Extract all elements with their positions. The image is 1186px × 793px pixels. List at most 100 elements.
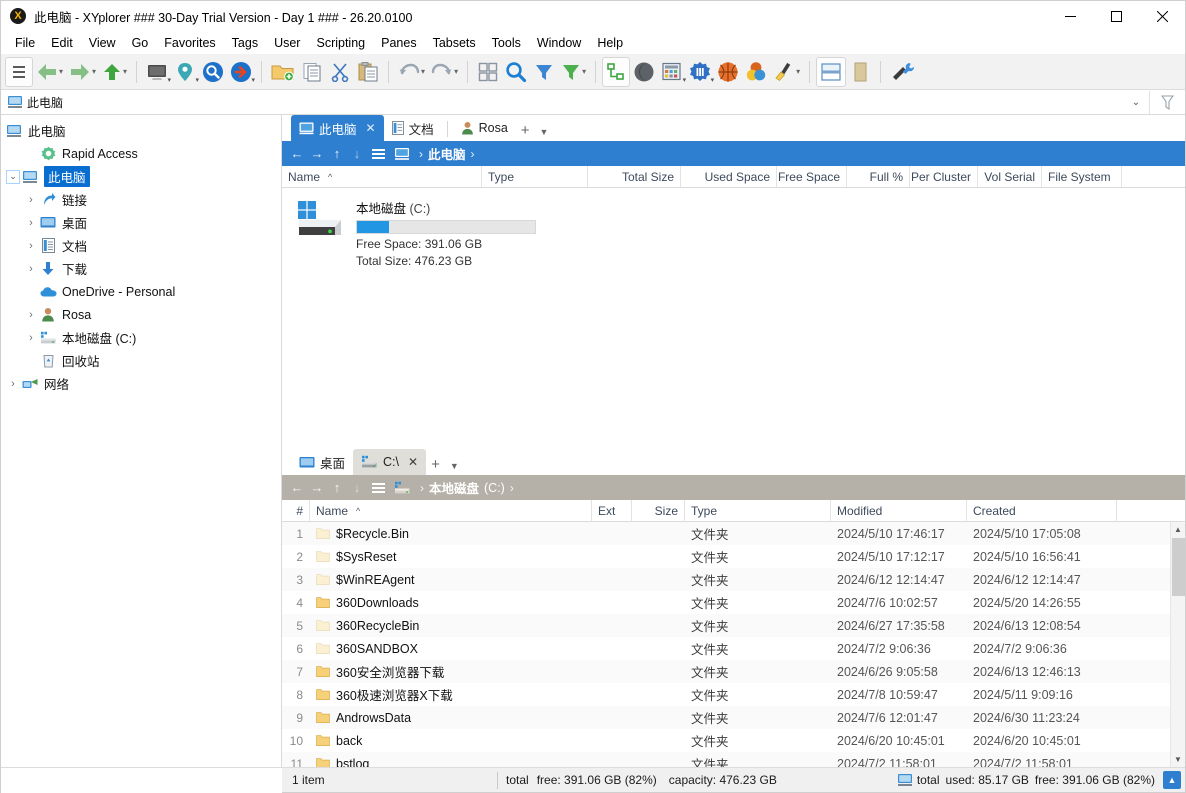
drive-icon[interactable]	[394, 481, 411, 495]
menu-file[interactable]: File	[7, 34, 43, 53]
table-row[interactable]: 4 360Downloads 文件夹 2024/7/6 10:02:57 2024/5/…	[282, 591, 1185, 614]
row-name[interactable]: $Recycle.Bin	[310, 527, 592, 541]
tree-item-this-pc[interactable]: ⌄ 此电脑	[1, 165, 281, 188]
tag-icon[interactable]: ▾	[686, 57, 714, 87]
color-filter-icon[interactable]	[714, 57, 742, 87]
table-row[interactable]: 1 $Recycle.Bin 文件夹 2024/5/10 17:46:17 2024/5…	[282, 522, 1185, 545]
highlight-icon[interactable]	[742, 57, 770, 87]
scroll-to-top-button[interactable]: ▲	[1163, 771, 1181, 789]
tree-twisty-expanded[interactable]: ⌄	[5, 169, 21, 184]
menu-scripting[interactable]: Scripting	[308, 34, 373, 53]
menu-panes[interactable]: Panes	[373, 34, 424, 53]
paste-icon[interactable]	[354, 57, 382, 87]
menu-edit[interactable]: Edit	[43, 34, 81, 53]
col-name[interactable]: Name ^	[282, 166, 482, 187]
down-icon[interactable]: ↓	[348, 146, 366, 161]
table-row[interactable]: 6 360SANDBOX 文件夹 2024/7/2 9:06:36 2024/7/2 9…	[282, 637, 1185, 660]
col-type[interactable]: Type	[685, 500, 831, 521]
tab-close-icon[interactable]: ✕	[366, 121, 376, 135]
tree-item-desktop[interactable]: › 桌面	[1, 211, 281, 234]
breadcrumb-separator[interactable]: ›	[417, 481, 427, 495]
row-name[interactable]: 360Downloads	[310, 596, 592, 610]
tab-close-icon[interactable]: ✕	[408, 455, 418, 469]
undo-dropdown-caret[interactable]: ▾	[421, 67, 425, 76]
row-name[interactable]: 360极速浏览器X下载	[310, 685, 592, 704]
menu-toggle-icon[interactable]	[5, 56, 33, 87]
col-modified[interactable]: Modified	[831, 500, 967, 521]
menu-go[interactable]: Go	[124, 34, 157, 53]
up-icon[interactable]: ↑	[328, 146, 346, 161]
col-name[interactable]: Name ^	[310, 500, 592, 521]
dark-mode-icon[interactable]	[630, 57, 658, 87]
down-icon[interactable]: ↓	[348, 480, 366, 495]
tree-twisty[interactable]: ›	[23, 263, 39, 275]
col-vol-serial[interactable]: Vol Serial	[978, 166, 1042, 187]
col-free-space[interactable]: Free Space	[777, 166, 847, 187]
tree-item-links[interactable]: › 链接	[1, 188, 281, 211]
col-per-cluster[interactable]: Per Cluster	[910, 166, 978, 187]
undo-icon[interactable]: ▾	[395, 57, 428, 87]
tab-desktop[interactable]: 桌面	[291, 449, 353, 475]
breadcrumb-separator[interactable]: ›	[416, 147, 426, 161]
tab-list-caret[interactable]: ▼	[445, 461, 464, 471]
filter-blue-icon[interactable]	[530, 57, 558, 87]
menu-view[interactable]: View	[81, 34, 124, 53]
breadcrumb-path-sub[interactable]: (C:)	[484, 481, 505, 495]
paintbrush-icon[interactable]: ▾	[770, 57, 803, 87]
tree-twisty[interactable]: ›	[5, 378, 21, 390]
filter-icon[interactable]	[1149, 90, 1185, 114]
tab-list-caret[interactable]: ▼	[535, 127, 554, 137]
disk-list-item[interactable]: 本地磁盘 (C:) Free Space: 391.06 GB Total Si…	[282, 188, 1185, 268]
new-tab-button[interactable]: +	[516, 123, 535, 138]
tab-rosa[interactable]: Rosa	[453, 115, 516, 141]
table-row[interactable]: 2 $SysReset 文件夹 2024/5/10 17:12:17 2024/5/10…	[282, 545, 1185, 568]
row-name[interactable]: 360SANDBOX	[310, 642, 592, 656]
col-index[interactable]: #	[282, 500, 310, 521]
breadcrumb-separator-trailing[interactable]: ›	[468, 147, 478, 161]
vertical-scrollbar[interactable]: ▲ ▼	[1170, 522, 1185, 767]
col-used-space[interactable]: Used Space	[681, 166, 777, 187]
hamburger-icon[interactable]	[368, 148, 388, 159]
tree-twisty[interactable]: ›	[23, 332, 39, 344]
forward-icon[interactable]: ▾	[66, 57, 99, 87]
up-dropdown-caret[interactable]: ▾	[123, 67, 127, 76]
copy-icon[interactable]	[298, 57, 326, 87]
row-name[interactable]: AndrowsData	[310, 711, 592, 725]
tree-item-rapid-access[interactable]: Rapid Access	[1, 142, 281, 165]
location-pin-icon[interactable]: ▾	[171, 57, 199, 87]
tree-twisty[interactable]: ›	[23, 309, 39, 321]
col-type[interactable]: Type	[482, 166, 588, 187]
up-icon[interactable]: ↑	[328, 480, 346, 495]
row-name[interactable]: 360安全浏览器下载	[310, 662, 592, 681]
this-pc-icon[interactable]	[394, 147, 410, 161]
tab-drive-c[interactable]: C:\ ✕	[353, 449, 427, 475]
address-dropdown-caret[interactable]: ⌄	[1123, 97, 1149, 108]
filter-green-icon[interactable]: ▾	[558, 57, 589, 87]
back-icon[interactable]: ▾	[33, 57, 66, 87]
minimize-button[interactable]	[1047, 1, 1093, 32]
address-bar[interactable]: 此电脑 ⌄	[1, 90, 1185, 115]
branch-view-icon[interactable]	[602, 56, 631, 87]
table-row[interactable]: 11 bstlog 文件夹 2024/7/2 11:58:01 2024/7/2 11:…	[282, 752, 1185, 767]
row-name[interactable]: $WinREAgent	[310, 573, 592, 587]
goto-dropdown-caret[interactable]: ▾	[252, 76, 256, 84]
breadcrumb-separator-trailing[interactable]: ›	[507, 481, 517, 495]
redo-dropdown-caret[interactable]: ▾	[454, 67, 458, 76]
tree-twisty[interactable]: ›	[23, 240, 39, 252]
tree-item-recycle-bin[interactable]: 回收站	[1, 349, 281, 372]
tree-item-rosa[interactable]: › Rosa	[1, 303, 281, 326]
menu-tools[interactable]: Tools	[484, 34, 529, 53]
find-files-icon[interactable]	[199, 57, 227, 87]
go-to-icon[interactable]: ▾	[227, 57, 255, 87]
scroll-down-button[interactable]: ▼	[1171, 752, 1186, 767]
tree-item-network[interactable]: › 网络	[1, 372, 281, 395]
info-panel-icon[interactable]	[846, 57, 874, 87]
cut-icon[interactable]	[326, 57, 354, 87]
menu-tags[interactable]: Tags	[224, 34, 266, 53]
table-row[interactable]: 9 AndrowsData 文件夹 2024/7/6 12:01:47 2024/6/3…	[282, 706, 1185, 729]
table-row[interactable]: 3 $WinREAgent 文件夹 2024/6/12 12:14:47 2024/6/…	[282, 568, 1185, 591]
maximize-button[interactable]	[1093, 1, 1139, 32]
close-button[interactable]	[1139, 1, 1185, 32]
menu-window[interactable]: Window	[529, 34, 589, 53]
forward-icon[interactable]: →	[308, 146, 326, 161]
